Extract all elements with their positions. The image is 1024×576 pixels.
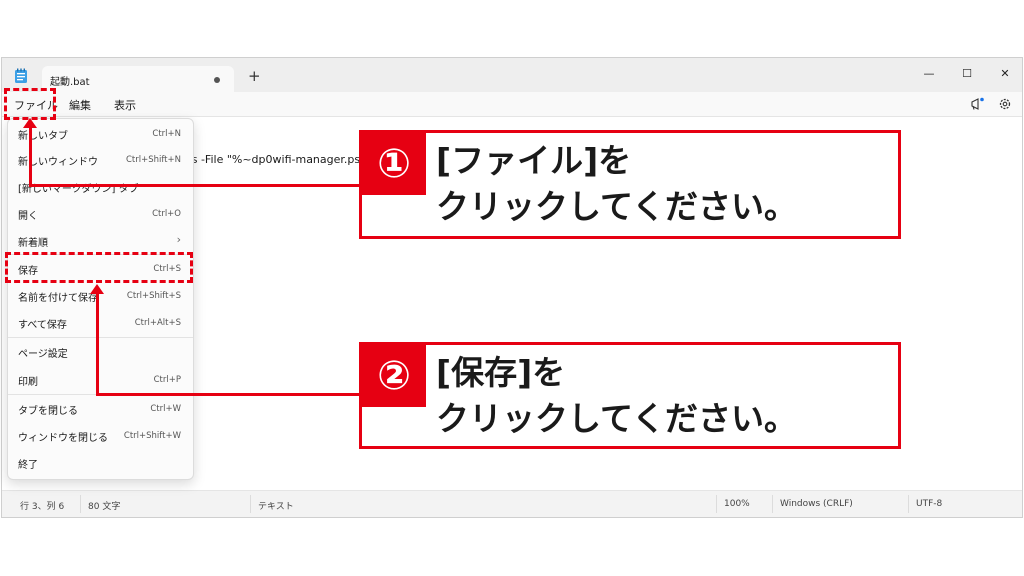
highlight-save-item <box>5 252 193 283</box>
menu-item-label: 開く <box>18 211 38 222</box>
status-format: テキスト <box>258 502 294 512</box>
new-tab-button[interactable]: + <box>248 67 261 85</box>
connector-line-1 <box>29 184 362 187</box>
status-divider <box>908 495 909 513</box>
menu-item-save-all[interactable]: すべて保存 Ctrl+Alt+S <box>8 310 193 336</box>
title-bar: 起動.bat + — ☐ ✕ <box>2 58 1022 94</box>
status-encoding[interactable]: UTF-8 <box>916 499 942 509</box>
callout-line-1: [ファイル]を <box>436 141 632 180</box>
menu-item-label: ウィンドウを閉じる <box>18 433 108 444</box>
menu-item-exit[interactable]: 終了 <box>8 450 193 476</box>
status-char-count: 80 文字 <box>88 502 121 512</box>
callout-step-1: ① [ファイル]を クリックしてください。 <box>359 130 901 239</box>
maximize-button[interactable]: ☐ <box>952 64 982 84</box>
menu-edit[interactable]: 編集 <box>69 97 91 113</box>
status-divider <box>250 495 251 513</box>
status-divider <box>80 495 81 513</box>
menu-item-close-window[interactable]: ウィンドウを閉じる Ctrl+Shift+W <box>8 423 193 449</box>
menu-item-page-setup[interactable]: ページ設定 <box>8 339 193 365</box>
callout-line-2: クリックしてください。 <box>436 187 798 226</box>
menu-item-shortcut: Ctrl+W <box>150 404 181 414</box>
menu-item-label: すべて保存 <box>18 320 67 331</box>
chevron-right-icon: › <box>176 233 181 246</box>
menu-item-shortcut: Ctrl+N <box>152 129 181 139</box>
menu-item-recent[interactable]: 新着順 › <box>8 228 193 254</box>
notepad-app-icon <box>15 68 27 83</box>
arrow-up-icon <box>23 118 37 128</box>
status-bar: 行 3、列 6 80 文字 テキスト 100% Windows (CRLF) U… <box>2 490 1022 517</box>
minimize-button[interactable]: — <box>914 64 944 84</box>
menu-item-label: 終了 <box>18 460 38 471</box>
menu-item-new-markdown-tab[interactable]: [新しいマークダウン] タブ <box>8 174 193 200</box>
megaphone-icon[interactable] <box>970 97 984 111</box>
menu-item-label: [新しいマークダウン] タブ <box>18 184 139 195</box>
menu-item-new-window[interactable]: 新しいウィンドウ Ctrl+Shift+N <box>8 147 193 173</box>
menu-bar: ファイル 編集 表示 <box>2 92 1022 117</box>
connector-line-2 <box>96 292 99 396</box>
callout-line-2: クリックしてください。 <box>436 399 798 438</box>
menu-item-label: タブを閉じる <box>18 406 78 417</box>
status-cursor-position: 行 3、列 6 <box>20 502 65 512</box>
menu-item-shortcut: Ctrl+O <box>152 209 181 219</box>
menu-divider <box>8 337 193 338</box>
editor-text-line: ss -File "%~dp0wifi-manager.ps <box>186 153 361 166</box>
menu-item-shortcut: Ctrl+Alt+S <box>134 318 181 328</box>
step-number-badge: ① <box>362 133 426 195</box>
arrow-up-icon <box>90 284 104 294</box>
connector-line-1 <box>29 128 32 187</box>
menu-item-shortcut: Ctrl+P <box>153 375 181 385</box>
menu-item-print[interactable]: 印刷 Ctrl+P <box>8 367 193 393</box>
menu-item-shortcut: Ctrl+Shift+S <box>126 291 181 301</box>
menu-item-label: 名前を付けて保存 <box>18 293 98 304</box>
callout-step-2: ② [保存]を クリックしてください。 <box>359 342 901 449</box>
connector-line-2 <box>96 393 362 396</box>
menu-item-label: 新着順 <box>18 238 48 249</box>
menu-item-shortcut: Ctrl+Shift+N <box>125 155 181 165</box>
highlight-file-menu <box>4 88 56 120</box>
menu-item-label: 印刷 <box>18 377 38 388</box>
menu-item-open[interactable]: 開く Ctrl+O <box>8 201 193 227</box>
menu-item-label: 新しいタブ <box>18 131 68 142</box>
callout-line-1: [保存]を <box>436 353 566 392</box>
status-divider <box>772 495 773 513</box>
menu-item-label: ページ設定 <box>18 349 68 360</box>
status-divider <box>716 495 717 513</box>
file-menu-dropdown: 新しいタブ Ctrl+N 新しいウィンドウ Ctrl+Shift+N [新しいマ… <box>7 118 194 480</box>
tab-title: 起動.bat <box>50 77 90 88</box>
menu-item-close-tab[interactable]: タブを閉じる Ctrl+W <box>8 396 193 422</box>
menu-view[interactable]: 表示 <box>114 97 136 113</box>
unsaved-indicator-icon[interactable] <box>214 77 220 83</box>
settings-gear-icon[interactable] <box>998 97 1012 111</box>
menu-item-shortcut: Ctrl+Shift+W <box>123 431 181 441</box>
status-zoom[interactable]: 100% <box>724 499 750 509</box>
status-line-ending[interactable]: Windows (CRLF) <box>780 499 853 509</box>
step-number-badge: ② <box>362 345 426 407</box>
tab-document[interactable]: 起動.bat <box>42 66 234 94</box>
close-button[interactable]: ✕ <box>990 64 1020 84</box>
